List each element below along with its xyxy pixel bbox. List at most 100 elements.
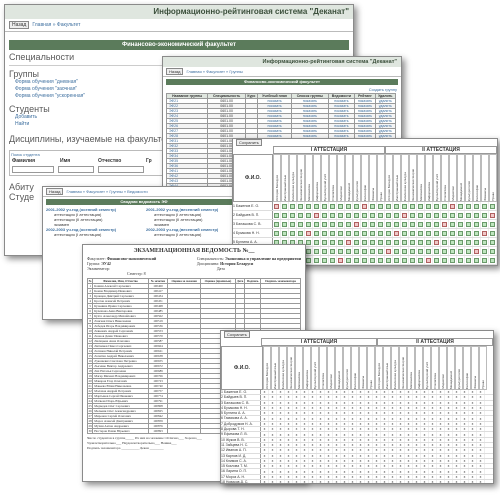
grade-cell[interactable] <box>473 211 481 219</box>
grade-cell[interactable]: x <box>421 437 429 442</box>
grade-cell[interactable]: x <box>365 405 373 411</box>
grade-cell[interactable]: x <box>413 464 421 469</box>
grade-cell[interactable] <box>473 247 481 255</box>
grade-cell[interactable]: x <box>469 427 477 432</box>
grade-checkbox[interactable] <box>482 203 487 209</box>
grade-cell[interactable]: x <box>301 405 309 411</box>
grade-cell[interactable] <box>433 265 441 266</box>
grade-cell[interactable] <box>433 247 441 255</box>
grade-cell[interactable]: x <box>293 421 301 427</box>
grade-cell[interactable]: x <box>437 427 445 432</box>
grade-cell[interactable]: x <box>285 442 293 448</box>
grade-cell[interactable]: x <box>445 442 453 448</box>
grade-cell[interactable]: x <box>373 464 381 469</box>
grade-checkbox[interactable] <box>322 212 327 218</box>
grade-cell[interactable]: x <box>269 448 277 453</box>
grade-cell[interactable] <box>313 220 321 228</box>
show-link[interactable]: показать <box>354 113 376 119</box>
grade-cell[interactable]: x <box>341 411 349 416</box>
grade-cell[interactable]: x <box>389 421 397 427</box>
grade-cell[interactable]: x <box>325 458 333 464</box>
grade-cell[interactable]: x <box>405 464 413 469</box>
grade-cell[interactable]: x <box>453 432 461 437</box>
grade-cell[interactable]: x <box>293 448 301 453</box>
grade-cell[interactable]: x <box>357 411 365 416</box>
grade-cell[interactable]: x <box>373 400 381 405</box>
grade-cell[interactable] <box>425 211 433 219</box>
grade-cell[interactable]: x <box>333 464 341 469</box>
grade-cell[interactable]: x <box>325 427 333 432</box>
grade-cell[interactable]: x <box>365 469 373 474</box>
grade-cell[interactable]: x <box>261 416 269 421</box>
grade-cell[interactable]: x <box>405 427 413 432</box>
show-link[interactable]: показать <box>354 128 376 134</box>
grade-cell[interactable]: x <box>277 421 285 427</box>
grade-checkbox[interactable] <box>474 212 479 218</box>
grade-checkbox[interactable] <box>426 248 431 254</box>
grade-cell[interactable] <box>281 211 289 219</box>
grade-cell[interactable]: x <box>261 421 269 427</box>
name-input[interactable] <box>58 166 94 173</box>
grade-cell[interactable]: x <box>309 411 317 416</box>
grade-cell[interactable]: x <box>429 464 437 469</box>
grade-cell[interactable] <box>449 220 457 228</box>
grade-cell[interactable]: x <box>373 395 381 400</box>
grade-checkbox[interactable] <box>418 203 423 209</box>
grade-cell[interactable]: x <box>469 421 477 427</box>
grade-cell[interactable] <box>465 256 473 264</box>
grade-cell[interactable]: x <box>477 469 485 474</box>
grade-cell[interactable]: x <box>341 448 349 453</box>
grade-cell[interactable]: x <box>269 442 277 448</box>
grade-checkbox[interactable] <box>466 230 471 236</box>
grade-cell[interactable]: x <box>453 390 461 395</box>
grade-cell[interactable]: x <box>285 480 293 483</box>
grade-cell[interactable]: x <box>477 421 485 427</box>
grade-cell[interactable]: x <box>365 390 373 395</box>
grade-checkbox[interactable] <box>330 248 335 254</box>
grade-cell[interactable]: x <box>333 405 341 411</box>
grade-checkbox[interactable] <box>354 257 359 263</box>
grade-checkbox[interactable] <box>402 203 407 209</box>
grade-cell[interactable]: x <box>349 421 357 427</box>
grade-cell[interactable]: x <box>317 411 325 416</box>
save-button[interactable]: Сохранить <box>236 139 262 146</box>
grade-cell[interactable] <box>393 256 401 264</box>
grade-cell[interactable]: x <box>285 469 293 474</box>
grade-cell[interactable]: x <box>341 427 349 432</box>
grade-checkbox[interactable] <box>418 248 423 254</box>
grade-cell[interactable]: x <box>317 395 325 400</box>
grade-cell[interactable]: x <box>277 480 285 483</box>
grade-cell[interactable]: x <box>389 437 397 442</box>
grade-checkbox[interactable] <box>442 248 447 254</box>
grade-checkbox[interactable] <box>354 230 359 236</box>
grade-cell[interactable] <box>369 220 377 228</box>
grade-cell[interactable]: x <box>333 400 341 405</box>
grade-cell[interactable]: x <box>309 448 317 453</box>
grade-cell[interactable]: x <box>437 448 445 453</box>
grade-cell[interactable]: x <box>445 432 453 437</box>
grade-cell[interactable] <box>377 247 385 255</box>
grade-cell[interactable] <box>433 220 441 228</box>
grade-cell[interactable]: x <box>381 474 389 480</box>
grade-cell[interactable] <box>305 220 313 228</box>
grade-cell[interactable] <box>417 202 425 210</box>
grade-cell[interactable]: x <box>477 474 485 480</box>
grade-cell[interactable]: x <box>269 390 277 395</box>
grade-cell[interactable] <box>409 238 417 246</box>
grade-cell[interactable]: x <box>357 464 365 469</box>
grade-checkbox[interactable] <box>466 212 471 218</box>
grade-checkbox[interactable] <box>402 221 407 227</box>
grade-cell[interactable]: x <box>437 400 445 405</box>
grade-cell[interactable] <box>377 211 385 219</box>
grade-checkbox[interactable] <box>490 248 495 254</box>
grade-cell[interactable]: x <box>293 474 301 480</box>
grade-checkbox[interactable] <box>466 203 471 209</box>
grade-cell[interactable]: x <box>397 432 405 437</box>
grade-cell[interactable] <box>353 265 361 266</box>
grade-cell[interactable] <box>321 265 329 266</box>
grade-cell[interactable]: x <box>429 405 437 411</box>
grade-cell[interactable]: x <box>333 390 341 395</box>
grade-cell[interactable]: x <box>397 437 405 442</box>
grade-checkbox[interactable] <box>362 257 367 263</box>
grade-cell[interactable] <box>425 220 433 228</box>
